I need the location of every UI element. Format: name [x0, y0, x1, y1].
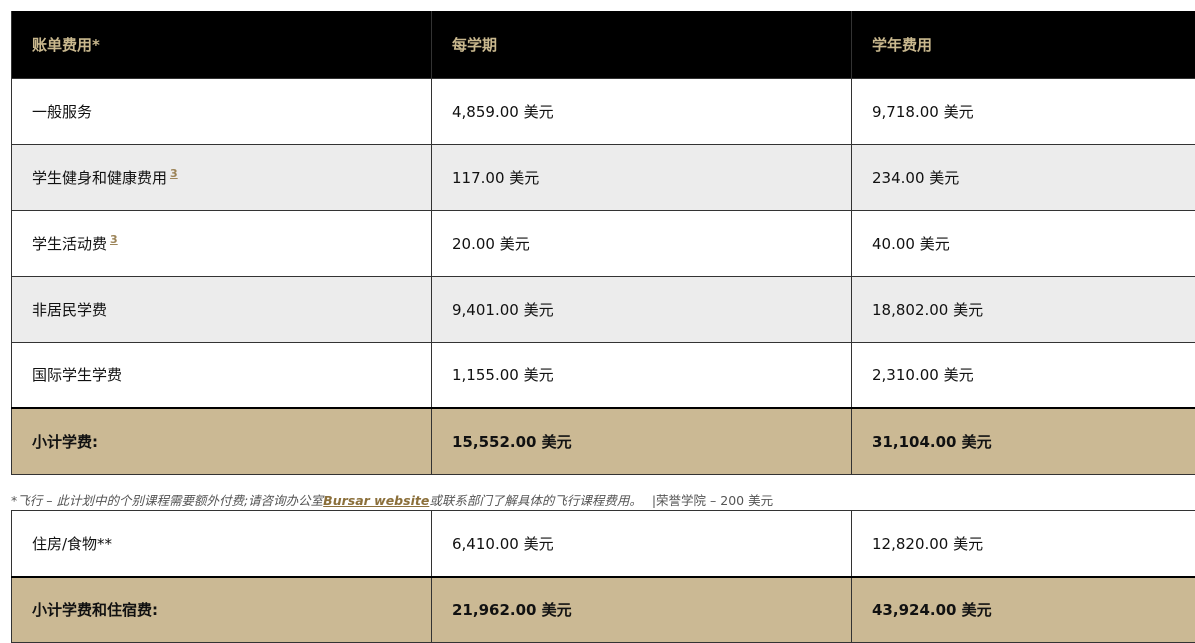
row-label-text: 国际学生学费	[32, 366, 122, 384]
row-semester-value: 117.00 美元	[432, 144, 852, 210]
row-label-text: 学生活动费	[32, 235, 107, 253]
bursar-website-link[interactable]: Bursar website	[323, 493, 429, 508]
flight-fee-note: *飞行 – 此计划中的个别课程需要额外付费;请咨询办公室Bursar websi…	[11, 490, 1191, 509]
note-text-before: *飞行 – 此计划中的个别课程需要额外付费;请咨询办公室	[11, 493, 323, 508]
row-label: 学生健身和健康费用3	[12, 144, 432, 210]
subtotal-row: 小计学费: 15,552.00 美元 31,104.00 美元	[12, 408, 1195, 474]
table-row: 一般服务 4,859.00 美元 9,718.00 美元	[12, 78, 1195, 144]
header-academic-year: 学年费用	[852, 11, 1195, 78]
row-year-value: 18,802.00 美元	[852, 276, 1195, 342]
subtotal-label: 小计学费和住宿费:	[12, 577, 432, 643]
table-row: 学生活动费3 20.00 美元 40.00 美元	[12, 210, 1195, 276]
header-billed-fees: 账单费用*	[12, 11, 432, 78]
subtotal-semester-value: 21,962.00 美元	[432, 577, 852, 643]
header-per-semester: 每学期	[432, 11, 852, 78]
table-row: 住房/食物** 6,410.00 美元 12,820.00 美元	[12, 511, 1195, 577]
row-semester-value: 20.00 美元	[432, 210, 852, 276]
subtotal-label: 小计学费:	[12, 408, 432, 474]
footnote-link[interactable]: 3	[110, 233, 118, 246]
row-year-value: 40.00 美元	[852, 210, 1195, 276]
table-row: 非居民学费 9,401.00 美元 18,802.00 美元	[12, 276, 1195, 342]
row-year-value: 2,310.00 美元	[852, 342, 1195, 408]
row-year-value: 234.00 美元	[852, 144, 1195, 210]
row-year-value: 12,820.00 美元	[852, 511, 1195, 577]
subtotal-semester-value: 15,552.00 美元	[432, 408, 852, 474]
honors-college-note: |荣誉学院 – 200 美元	[652, 493, 773, 508]
row-label-text: 一般服务	[32, 103, 92, 121]
subtotal-year-value: 31,104.00 美元	[852, 408, 1195, 474]
row-label: 学生活动费3	[12, 210, 432, 276]
row-semester-value: 4,859.00 美元	[432, 78, 852, 144]
table-row: 国际学生学费 1,155.00 美元 2,310.00 美元	[12, 342, 1195, 408]
row-year-value: 9,718.00 美元	[852, 78, 1195, 144]
table-row: 学生健身和健康费用3 117.00 美元 234.00 美元	[12, 144, 1195, 210]
row-label-text: 学生健身和健康费用	[32, 169, 167, 187]
row-semester-value: 1,155.00 美元	[432, 342, 852, 408]
row-label-text: 非居民学费	[32, 301, 107, 319]
row-semester-value: 9,401.00 美元	[432, 276, 852, 342]
row-semester-value: 6,410.00 美元	[432, 511, 852, 577]
billed-fees-table: 账单费用* 每学期 学年费用 一般服务 4,859.00 美元 9,718.00…	[11, 11, 1195, 475]
row-label: 住房/食物**	[12, 511, 432, 577]
table-header-row: 账单费用* 每学期 学年费用	[12, 11, 1195, 78]
row-label: 非居民学费	[12, 276, 432, 342]
subtotal-row: 小计学费和住宿费: 21,962.00 美元 43,924.00 美元	[12, 577, 1195, 643]
row-label: 一般服务	[12, 78, 432, 144]
housing-fees-table: 住房/食物** 6,410.00 美元 12,820.00 美元 小计学费和住宿…	[11, 510, 1195, 643]
subtotal-year-value: 43,924.00 美元	[852, 577, 1195, 643]
footnote-link[interactable]: 3	[170, 167, 178, 180]
row-label: 国际学生学费	[12, 342, 432, 408]
note-text-after: 或联系部门了解具体的飞行课程费用。	[429, 493, 642, 508]
